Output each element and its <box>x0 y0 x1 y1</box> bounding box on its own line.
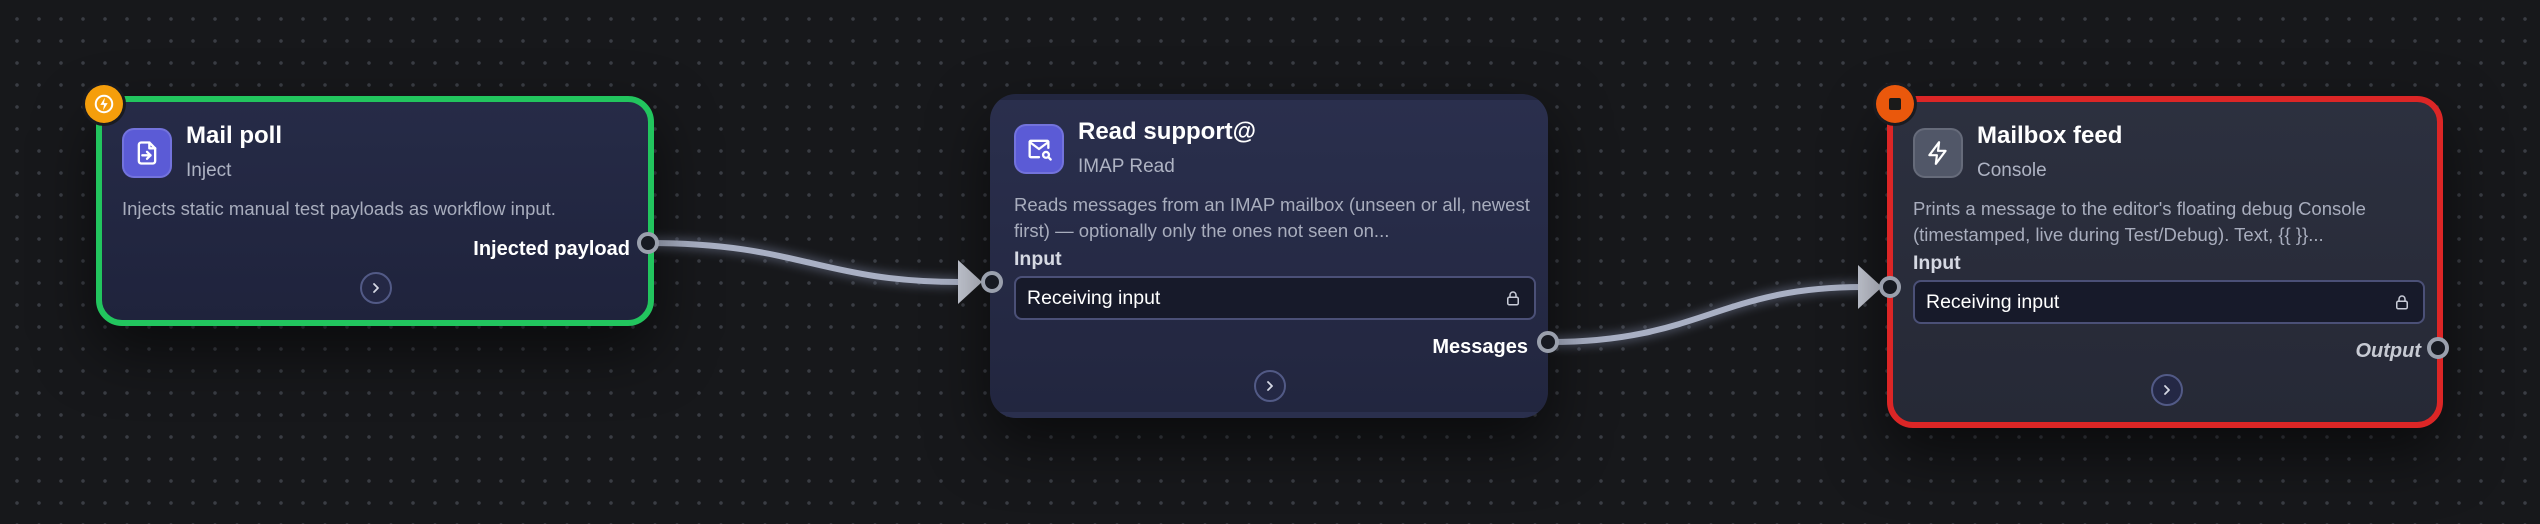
input-port[interactable] <box>1879 276 1901 298</box>
trigger-badge-bolt-icon <box>85 85 123 123</box>
node-read-support[interactable]: Read support@ IMAP Read Reads messages f… <box>990 94 1548 418</box>
output-label: Injected payload <box>473 238 630 260</box>
stop-badge-icon[interactable] <box>1876 85 1914 123</box>
input-section-label: Input <box>1913 252 1961 274</box>
file-import-icon <box>122 128 172 178</box>
input-value: Receiving input <box>1027 286 1161 309</box>
input-section-label: Input <box>1014 248 1062 270</box>
node-mailbox-feed[interactable]: Mailbox feed Console Prints a message to… <box>1887 96 2443 428</box>
node-description: Prints a message to the editor's floatin… <box>1913 198 2366 245</box>
input-value: Receiving input <box>1926 290 2060 313</box>
expand-button[interactable] <box>2151 374 2183 406</box>
node-description: Reads messages from an IMAP mailbox (uns… <box>1014 194 1530 241</box>
chevron-right-icon <box>2164 385 2170 395</box>
output-label: Output <box>2355 340 2421 362</box>
chevron-right-icon <box>373 283 379 293</box>
edge-arrow-icon <box>958 260 982 304</box>
node-type: IMAP Read <box>1078 156 1175 177</box>
mail-search-icon <box>1014 124 1064 174</box>
expand-button[interactable] <box>360 272 392 304</box>
node-description: Injects static manual test payloads as w… <box>122 198 556 219</box>
bolt-icon <box>1913 128 1963 178</box>
chevron-right-icon <box>1267 381 1273 391</box>
output-label: Messages <box>1432 336 1528 358</box>
receiving-input-field[interactable]: Receiving input <box>1913 280 2425 324</box>
node-title: Read support@ <box>1078 118 1257 145</box>
receiving-input-field[interactable]: Receiving input <box>1014 276 1536 320</box>
edge-mail-poll-to-read-support[interactable] <box>647 238 982 304</box>
node-type: Inject <box>186 160 232 181</box>
edge-read-support-to-mailbox-feed[interactable] <box>1549 265 1882 347</box>
lock-icon <box>2396 295 2408 310</box>
node-type: Console <box>1977 160 2047 181</box>
input-port[interactable] <box>981 271 1003 293</box>
output-port[interactable] <box>637 232 659 254</box>
node-mail-poll[interactable]: Mail poll Inject Injects static manual t… <box>96 96 654 326</box>
expand-button[interactable] <box>1254 370 1286 402</box>
output-port[interactable] <box>2427 337 2449 359</box>
output-port[interactable] <box>1537 331 1559 353</box>
lock-icon <box>1507 291 1519 306</box>
node-title: Mail poll <box>186 122 282 149</box>
node-title: Mailbox feed <box>1977 122 2123 149</box>
